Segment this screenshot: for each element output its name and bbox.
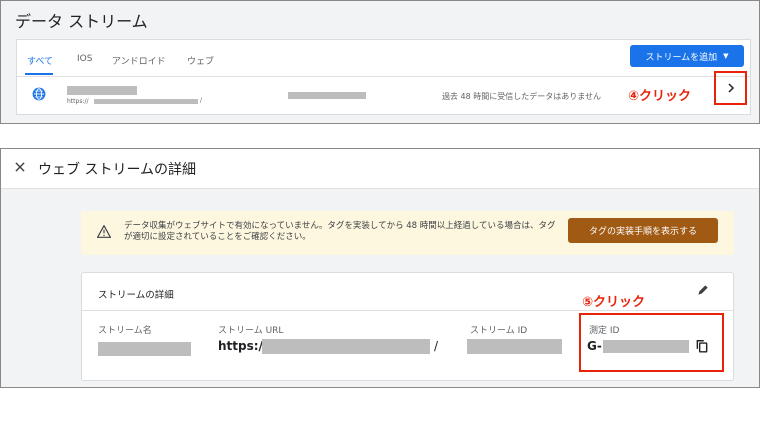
stream-url-suffix: /: [434, 339, 439, 353]
redacted-stream-id: [288, 92, 366, 99]
stream-row[interactable]: https:// / 過去 48 時間に受信したデータはありません ④クリック: [17, 71, 750, 115]
copy-icon[interactable]: [695, 339, 709, 353]
redacted-measurement-id: [603, 340, 689, 353]
stream-name-label: ストリーム名: [98, 326, 152, 336]
stream-url-suffix: /: [200, 97, 203, 104]
page-title: データ ストリーム: [15, 12, 148, 31]
stream-url-label: ストリーム URL: [218, 326, 284, 336]
annotation-step5: ⑤クリック: [582, 295, 646, 310]
redacted-stream-url: [262, 339, 430, 354]
measurement-id-label: 測定 ID: [589, 326, 620, 336]
pencil-icon[interactable]: [696, 283, 710, 297]
redacted-stream-name: [67, 86, 137, 95]
warning-text: データ収集がウェブサイトで有効になっていません。タグを実装してから 48 時間以…: [124, 221, 556, 242]
redacted-stream-name: [98, 342, 191, 356]
caret-down-icon: ▼: [723, 52, 729, 60]
chevron-right-icon: [727, 83, 734, 93]
stream-url-prefix: https://: [218, 339, 268, 353]
redacted-stream-url: [94, 99, 198, 104]
data-streams-panel: データ ストリーム すべて IOS アンドロイド ウェブ ストリームを追加 ▼: [0, 0, 760, 124]
annotation-step4: ④クリック: [628, 89, 692, 104]
measurement-id-prefix: G-: [587, 339, 602, 353]
globe-icon: [32, 87, 46, 101]
stream-status-text: 過去 48 時間に受信したデータはありません: [442, 92, 602, 101]
close-icon[interactable]: [13, 160, 27, 174]
tab-ios[interactable]: IOS: [77, 54, 92, 64]
tab-android[interactable]: アンドロイド: [112, 54, 166, 67]
tab-web[interactable]: ウェブ: [187, 54, 214, 67]
tab-all[interactable]: すべて: [27, 54, 53, 67]
stream-tabs: すべて IOS アンドロイド ウェブ ストリームを追加 ▼: [17, 40, 750, 76]
add-stream-button[interactable]: ストリームを追加 ▼: [630, 45, 744, 67]
active-tab-indicator: [25, 73, 53, 75]
stream-details-title: ストリームの詳細: [98, 290, 174, 301]
stream-id-label: ストリーム ID: [470, 326, 528, 336]
redacted-stream-id: [467, 339, 562, 354]
details-title: ウェブ ストリームの詳細: [38, 162, 197, 178]
details-header: ウェブ ストリームの詳細: [1, 149, 759, 189]
view-tag-instructions-button[interactable]: タグの実装手順を表示する: [568, 218, 718, 243]
web-stream-details-panel: ウェブ ストリームの詳細 データ収集がウェブサイトで有効になっていません。タグを…: [0, 148, 760, 388]
open-stream-button[interactable]: [714, 71, 747, 105]
warning-icon: [97, 225, 111, 238]
add-stream-button-label: ストリームを追加: [645, 52, 718, 63]
warning-banner: データ収集がウェブサイトで有効になっていません。タグを実装してから 48 時間以…: [81, 211, 734, 255]
divider: [82, 310, 733, 311]
measurement-id-field[interactable]: 測定 ID G-: [579, 313, 724, 372]
streams-card: すべて IOS アンドロイド ウェブ ストリームを追加 ▼ https:// /: [16, 39, 751, 115]
stream-url-prefix: https://: [67, 98, 89, 105]
